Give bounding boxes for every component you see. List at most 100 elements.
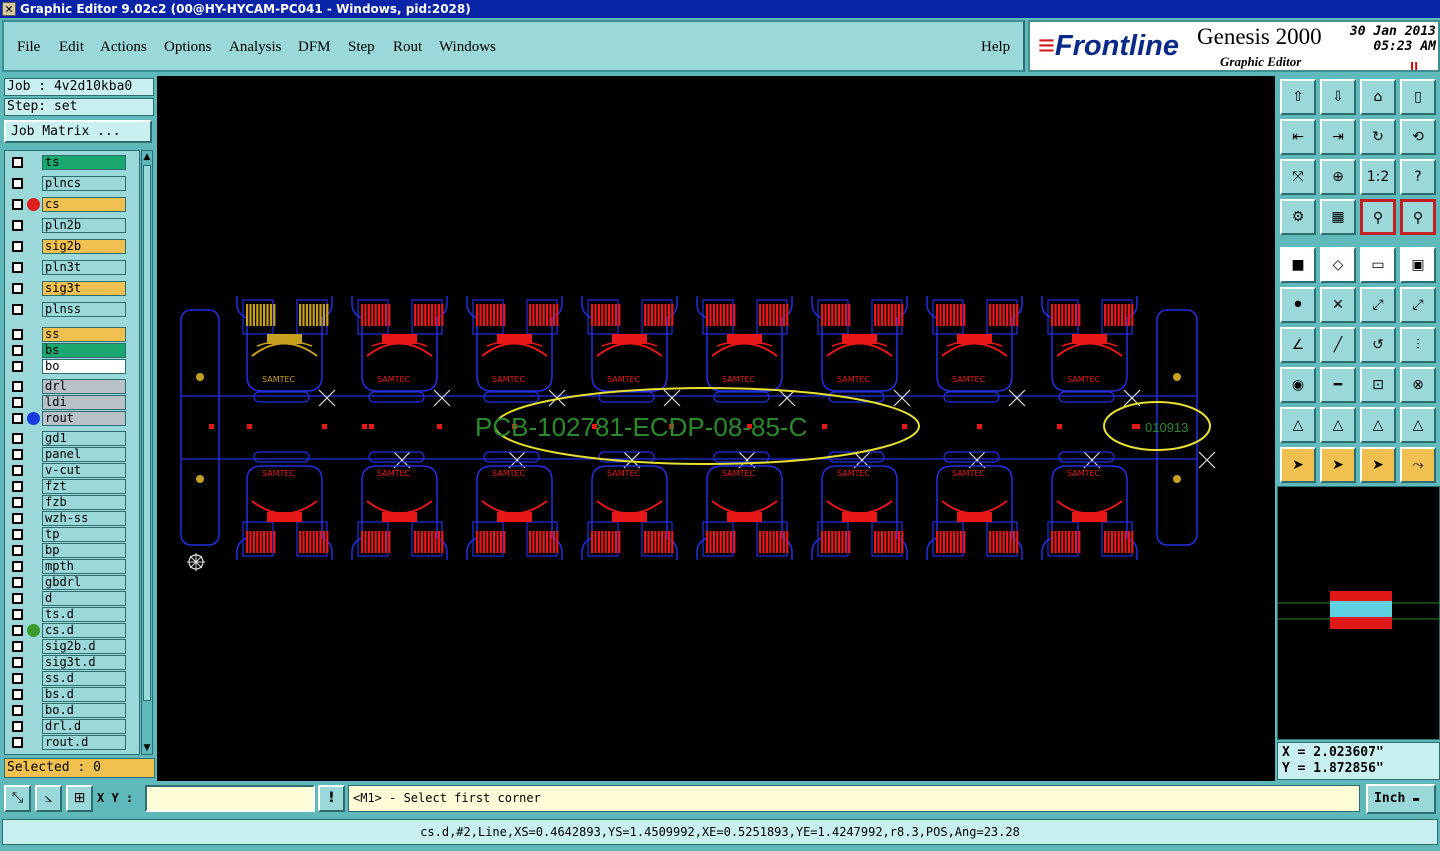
layer-name[interactable]: drl: [42, 379, 126, 394]
layer-name[interactable]: sig3t: [42, 281, 126, 296]
layer-checkbox[interactable]: [12, 199, 23, 210]
layer-name[interactable]: bs: [42, 343, 126, 358]
layer-name[interactable]: drl.d: [42, 719, 126, 734]
layer-row-rout[interactable]: rout: [5, 411, 139, 426]
measure-icon[interactable]: ⚙: [1280, 199, 1316, 235]
menu-file[interactable]: File: [17, 39, 40, 56]
layer-name[interactable]: rout: [42, 411, 126, 426]
layer-checkbox[interactable]: [12, 413, 23, 424]
layer-name[interactable]: ldi: [42, 395, 126, 410]
layer-name[interactable]: fzt: [42, 479, 126, 494]
layer-checkbox[interactable]: [12, 689, 23, 700]
pointer-net-icon[interactable]: ⤳: [1400, 447, 1436, 483]
layer-row-tp[interactable]: tp: [5, 527, 139, 542]
layer-checkbox[interactable]: [12, 465, 23, 476]
layer-name[interactable]: gbdrl: [42, 575, 126, 590]
layer-name[interactable]: mpth: [42, 559, 126, 574]
job-matrix-button[interactable]: Job Matrix ...: [4, 120, 152, 143]
layer-checkbox[interactable]: [12, 513, 23, 524]
triangle-icon[interactable]: △: [1280, 407, 1316, 443]
menu-actions[interactable]: Actions: [100, 39, 147, 56]
line-icon[interactable]: ╱: [1320, 327, 1356, 363]
pad-icon[interactable]: ⤢: [1360, 287, 1396, 323]
alert-icon[interactable]: !: [318, 785, 345, 812]
layer-checkbox[interactable]: [12, 625, 23, 636]
layer-name[interactable]: tp: [42, 527, 126, 542]
layer-checkbox[interactable]: [12, 157, 23, 168]
layer-name[interactable]: plncs: [42, 176, 126, 191]
layer-name[interactable]: wzh-ss: [42, 511, 126, 526]
pad2-icon[interactable]: ⤢: [1400, 287, 1436, 323]
layer-row-sig2b-d[interactable]: sig2b.d: [5, 639, 139, 654]
window-icon[interactable]: ▯: [1400, 79, 1436, 115]
zoom-box-icon[interactable]: ⤡: [4, 785, 31, 812]
pcb-panel-view[interactable]: SAMTEC SAMTEC SAMTEC SAMTEC SAMTEC SAMTEC SAMT…: [157, 76, 1275, 781]
layer-checkbox[interactable]: [12, 262, 23, 273]
scroll-thumb[interactable]: [143, 165, 151, 701]
layer-row-v-cut[interactable]: v-cut: [5, 463, 139, 478]
layer-name[interactable]: ts: [42, 155, 126, 170]
pointer-box-icon[interactable]: ➤: [1320, 447, 1356, 483]
layer-name[interactable]: ss.d: [42, 671, 126, 686]
layer-checkbox[interactable]: [12, 657, 23, 668]
layer-row-sig2b[interactable]: sig2b: [5, 239, 139, 254]
overview-map[interactable]: [1277, 486, 1440, 740]
layer-checkbox[interactable]: [12, 361, 23, 372]
layer-name[interactable]: bs.d: [42, 687, 126, 702]
layer-row-d[interactable]: d: [5, 591, 139, 606]
layer-row-wzh-ss[interactable]: wzh-ss: [5, 511, 139, 526]
layer-checkbox[interactable]: [12, 705, 23, 716]
layer-row-ts-d[interactable]: ts.d: [5, 607, 139, 622]
layer-row-sig3t[interactable]: sig3t: [5, 281, 139, 296]
layer-name[interactable]: sig2b.d: [42, 639, 126, 654]
fit-icon[interactable]: ⤧: [1280, 159, 1316, 195]
pointer-icon[interactable]: ➤: [1280, 447, 1316, 483]
fill-icon[interactable]: ■: [1280, 247, 1316, 283]
layer-row-ss-d[interactable]: ss.d: [5, 671, 139, 686]
layer-name[interactable]: fzb: [42, 495, 126, 510]
cross-icon[interactable]: ✕: [1320, 287, 1356, 323]
snap-red-icon[interactable]: ⚲: [1400, 199, 1436, 235]
layer-row-plncs[interactable]: plncs: [5, 176, 139, 191]
layer-name[interactable]: sig3t.d: [42, 655, 126, 670]
layer-row-gd1[interactable]: gd1: [5, 431, 139, 446]
menu-step[interactable]: Step: [348, 39, 375, 56]
layer-name[interactable]: plnss: [42, 302, 126, 317]
grid-snap-icon[interactable]: ⊞: [66, 785, 93, 812]
measure-icon[interactable]: ⦣: [35, 785, 62, 812]
menu-options[interactable]: Options: [164, 39, 212, 56]
layer-checkbox[interactable]: [12, 449, 23, 460]
layer-checkbox[interactable]: [12, 329, 23, 340]
help-icon[interactable]: ?: [1400, 159, 1436, 195]
layer-checkbox[interactable]: [12, 641, 23, 652]
layer-row-fzt[interactable]: fzt: [5, 479, 139, 494]
angle-icon[interactable]: ∠: [1280, 327, 1316, 363]
layer-checkbox[interactable]: [12, 737, 23, 748]
layer-row-mpth[interactable]: mpth: [5, 559, 139, 574]
app-icon[interactable]: ✕: [2, 2, 16, 16]
layer-row-rout-d[interactable]: rout.d: [5, 735, 139, 750]
arc-icon[interactable]: ↺: [1360, 327, 1396, 363]
layer-name[interactable]: bo.d: [42, 703, 126, 718]
zoom-out-icon[interactable]: ⇤: [1280, 119, 1316, 155]
layer-checkbox[interactable]: [12, 241, 23, 252]
layer-checkbox[interactable]: [12, 673, 23, 684]
layer-checkbox[interactable]: [12, 220, 23, 231]
layer-checkbox[interactable]: [12, 283, 23, 294]
triangle3-icon[interactable]: △: [1360, 407, 1396, 443]
layer-checkbox[interactable]: [12, 561, 23, 572]
connect-icon[interactable]: ⚫: [1280, 287, 1316, 323]
layer-name[interactable]: ts.d: [42, 607, 126, 622]
layer-name[interactable]: cs: [42, 197, 126, 212]
layer-checkbox[interactable]: [12, 304, 23, 315]
scroll-down-icon[interactable]: ▼: [142, 742, 152, 754]
flip-icon[interactable]: ⫶: [1400, 327, 1436, 363]
layer-row-drl-d[interactable]: drl.d: [5, 719, 139, 734]
layer-row-pln3t[interactable]: pln3t: [5, 260, 139, 275]
menu-analysis[interactable]: Analysis: [229, 39, 282, 56]
center-icon[interactable]: ⊕: [1320, 159, 1356, 195]
layer-name[interactable]: pln3t: [42, 260, 126, 275]
layer-row-pln2b[interactable]: pln2b: [5, 218, 139, 233]
layer-name[interactable]: sig2b: [42, 239, 126, 254]
layer-row-ts[interactable]: ts: [5, 155, 139, 170]
